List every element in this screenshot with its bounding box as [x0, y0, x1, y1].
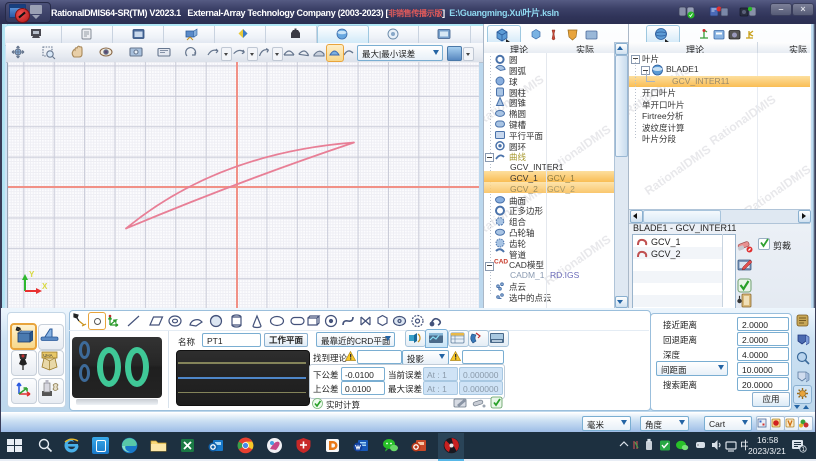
svg-text:CAD: CAD [494, 259, 508, 266]
svg-text:UHA: UHA [43, 353, 53, 358]
svg-text:X: X [42, 282, 48, 291]
svg-text:中: 中 [740, 439, 748, 452]
svg-text:1: 1 [802, 447, 805, 453]
svg-text:Y: Y [29, 270, 35, 279]
